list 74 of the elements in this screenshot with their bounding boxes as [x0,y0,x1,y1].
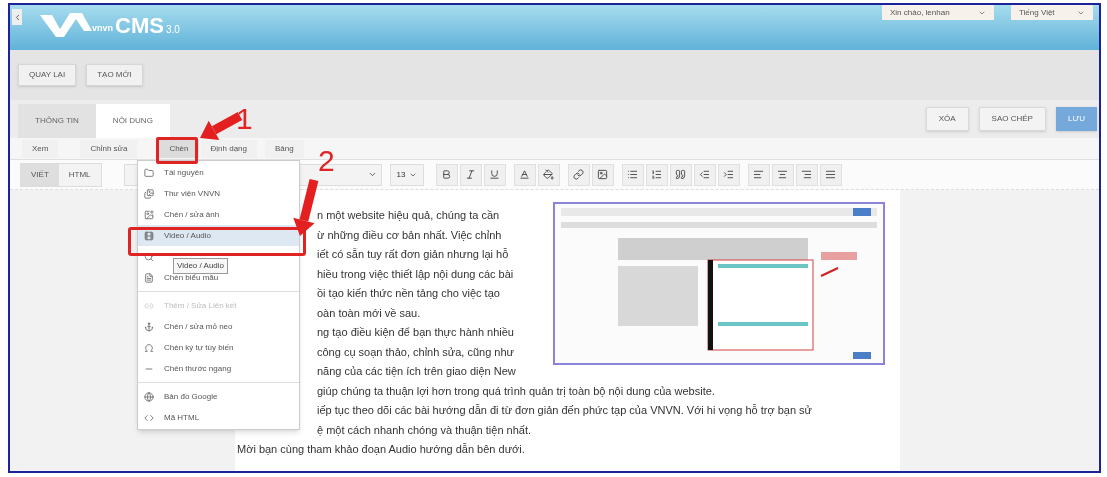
paragraph-line: công cụ soạn thảo, chỉnh sửa, cũng như [317,344,515,360]
menu-option-icon [144,342,154,353]
text-color-icon[interactable] [513,163,536,186]
menu-option-icon [144,300,154,311]
action-button[interactable]: QUAY LẠI [18,64,77,86]
menu-item[interactable]: Bảng [265,139,304,158]
bullet-list-icon[interactable] [621,163,644,186]
numbered-list-icon[interactable] [645,163,668,186]
quote-icon[interactable] [669,163,692,186]
menu-option-icon [144,321,154,332]
paragraph-line: giúp chúng ta thuận lợi hơn trong quá trình quản trị toàn bộ nội dung của website. [317,383,716,399]
menu-option-icon [144,188,154,199]
paragraph-line: ng tạo điều kiện để bạn thực hành nhiều [317,325,515,340]
step-number: 2 [318,146,335,176]
tab[interactable]: THÔNG TIN [18,104,96,138]
menu-item[interactable]: Xem [22,139,59,158]
paragraph-line: ồi tạo kiến thức nền tảng cho việc tạo [317,286,501,301]
collapse-icon[interactable] [12,9,22,25]
annotation-arrow [293,178,319,236]
tab-action-button[interactable]: SAO CHÉP [978,107,1046,131]
menu-option-icon [144,272,154,283]
italic-icon[interactable] [459,163,482,186]
caret-icon [367,170,377,179]
tab-action-button[interactable]: XÓA [925,107,969,131]
menu-option[interactable]: Chèn / sửa ảnh [138,204,299,225]
bold-icon[interactable] [435,163,458,186]
menu-option[interactable]: Chèn ký tự tùy biến [138,337,299,358]
tab[interactable]: NỘI DUNG [95,104,170,138]
outdent-icon[interactable] [693,163,716,186]
menu-option[interactable]: Tài nguyên [138,162,299,183]
logo-icon [40,11,92,37]
image-icon[interactable] [591,163,614,186]
fill-color-icon[interactable] [537,163,560,186]
logo-brand: vnvn [92,21,113,35]
align-center-icon[interactable] [771,163,794,186]
language-select[interactable]: Tiếng Việt [1011,5,1093,20]
tooltip: Video / Audio [173,258,228,274]
menu-option-icon [144,230,154,241]
step-number: 1 [236,104,253,134]
font-size-select[interactable]: 13 [389,163,424,186]
menu-option[interactable]: Mã HTML [138,407,299,428]
paragraph-line: oàn toàn mới về sau. [317,305,422,321]
paragraph-line: iết có sẵn tuy rất đơn giản nhưng lại hỗ [317,247,510,262]
logo-product: CMS [115,15,164,37]
menu-option-icon [144,412,154,423]
logo-version: 3.0 [165,23,180,37]
menu-option-icon [144,391,154,402]
paragraph-line: năng của các tiện ích trên giao diện New [317,364,517,379]
indent-icon[interactable] [717,163,740,186]
underline-icon[interactable] [483,163,506,186]
align-left-icon[interactable] [747,163,770,186]
paragraph-line: hiều trong việc thiết lập nội dung các bài [317,266,515,282]
editor-area[interactable] [235,190,900,471]
paragraph-line: ệ một cách nhanh chóng và thuận tiện nhất. [317,422,533,438]
menu-option[interactable]: Bản đồ Google [138,386,299,407]
menu-item[interactable]: Định dạng [200,139,257,158]
menu-option[interactable]: Chèn thước ngang [138,358,299,379]
link-icon[interactable] [567,163,590,186]
mode-button[interactable]: VIẾT [21,163,59,186]
justify-icon[interactable] [819,163,842,186]
paragraph-line: Mời bạn cùng tham khảo đoạn Audio hướng dẫn bên dưới. [237,442,526,457]
menu-option[interactable]: Thư viện VNVN [138,183,299,204]
highlight-frame [156,137,198,164]
paragraph-line: ừ những điều cơ bản nhất. Việc chỉnh [317,227,503,243]
menu-option-icon [144,167,154,178]
user-menu[interactable]: Xin chào, lenhan [882,5,994,20]
align-right-icon[interactable] [795,163,818,186]
paragraph-line: iếp tục theo dõi các bài hướng dẫn đi từ đơn giản đến phức tạp của VNVN. Với hi vọng hỗ trợ bạn sử [317,403,813,418]
mode-button[interactable]: HTML [58,163,101,186]
menu-option[interactable]: Chèn / sửa mỏ neo [138,316,299,337]
paragraph-line: n một website hiệu quả, chúng ta cần [317,208,501,223]
action-button[interactable]: TẠO MỚI [86,64,143,86]
menu-option-icon [144,209,154,220]
menu-item[interactable]: Chỉnh sửa [80,139,138,158]
